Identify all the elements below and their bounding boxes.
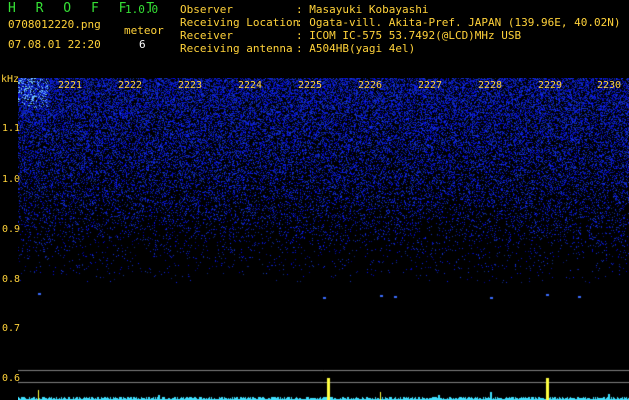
x-tick-label: 2229 <box>538 80 563 91</box>
x-tick-label: 2223 <box>178 80 203 91</box>
frequency-unit-label: kHz <box>1 74 20 85</box>
x-tick-label: 2227 <box>418 80 443 91</box>
spectrogram-canvas <box>18 78 629 400</box>
location-label: Receiving Location <box>180 16 300 29</box>
x-tick-label: 2230 <box>597 80 622 91</box>
observer-label: Observer <box>180 3 233 16</box>
x-tick-label: 2222 <box>118 80 143 91</box>
meteor-label: meteor <box>124 24 164 37</box>
x-tick-label: 2226 <box>358 80 383 91</box>
meteor-count: 6 <box>139 38 146 51</box>
observer-value: : Masayuki Kobayashi <box>296 3 429 16</box>
x-tick-label: 2224 <box>238 80 263 91</box>
app-version: 1.0.0 <box>125 3 159 16</box>
file-name: 0708012220.png <box>8 18 101 31</box>
x-tick-label: 2228 <box>478 80 503 91</box>
x-tick-label: 2225 <box>298 80 323 91</box>
antenna-label: Receiving antenna <box>180 42 293 55</box>
receiver-label: Receiver <box>180 29 233 42</box>
observation-datetime: 07.08.01 22:20 <box>8 38 101 51</box>
x-tick-label: 2221 <box>58 80 83 91</box>
receiver-value: : ICOM IC-575 53.7492(@LCD)MHz USB <box>296 29 522 42</box>
location-value: : Ogata-vill. Akita-Pref. JAPAN (139.96E… <box>296 16 621 29</box>
antenna-value: : A504HB(yagi 4el) <box>296 42 416 55</box>
